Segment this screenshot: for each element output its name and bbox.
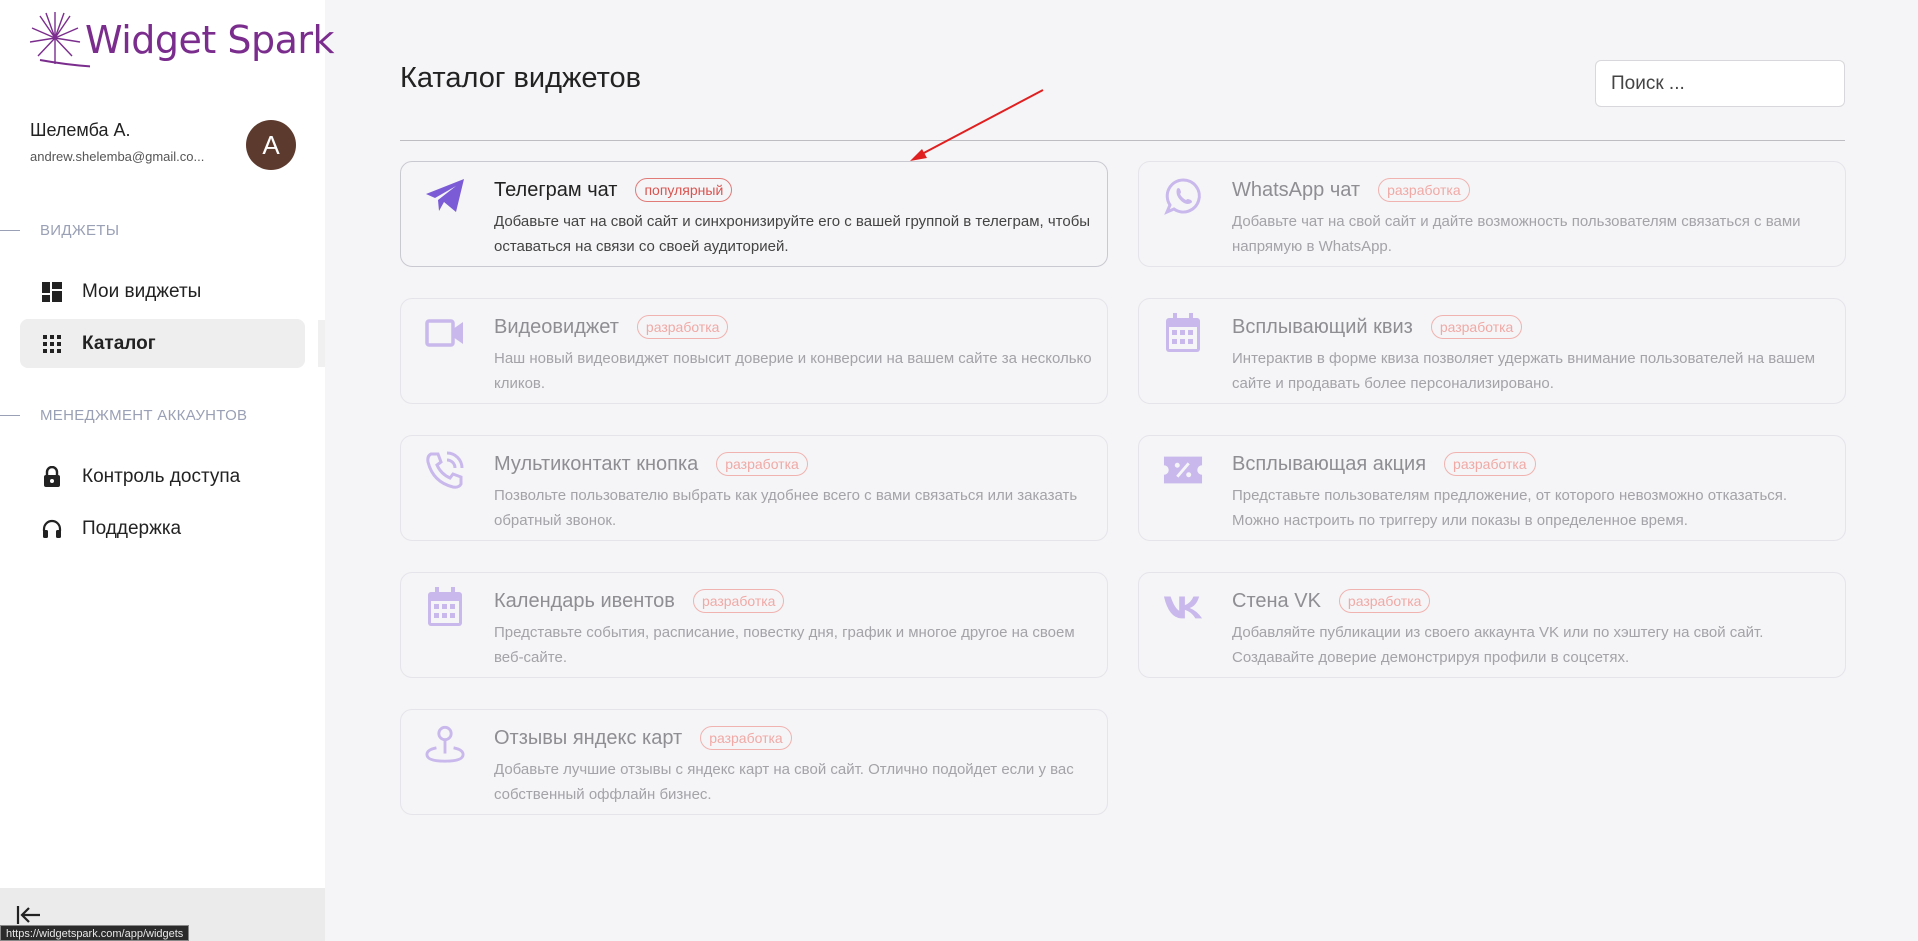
headset-icon bbox=[40, 517, 64, 541]
card-title: Отзывы яндекс карт bbox=[494, 726, 683, 749]
widget-card-yandex-reviews[interactable]: Отзывы яндекс карт разработка Добавьте л… bbox=[400, 709, 1108, 815]
card-title: WhatsApp чат bbox=[1232, 178, 1361, 201]
status-badge: разработка bbox=[716, 452, 808, 476]
card-title: Стена VK bbox=[1232, 589, 1321, 612]
card-description: Позвольте пользователю выбрать как удобн… bbox=[494, 487, 1078, 529]
sidebar-scroll-marker bbox=[318, 320, 325, 367]
card-title-row: Отзывы яндекс карт разработка bbox=[494, 726, 792, 750]
widget-card-telegram[interactable]: Телеграм чат популярный Добавьте чат на … bbox=[400, 161, 1108, 267]
user-email: andrew.shelemba@gmail.co... bbox=[30, 149, 205, 164]
section-title-account-management: МЕНЕДЖМЕНТ АККАУНТОВ bbox=[40, 407, 248, 424]
section-title-widgets: ВИДЖЕТЫ bbox=[40, 222, 120, 239]
calendar-icon bbox=[425, 587, 465, 627]
sidebar-item-label: Контроль доступа bbox=[82, 465, 241, 487]
status-badge: разработка bbox=[636, 315, 729, 339]
sidebar-item-my-widgets[interactable]: Мои виджеты bbox=[20, 267, 305, 316]
card-description: Добавьте чат на свой сайт и дайте возмож… bbox=[1232, 213, 1801, 255]
sidebar-item-access-control[interactable]: Контроль доступа bbox=[20, 452, 305, 501]
sidebar-item-catalog[interactable]: Каталог bbox=[20, 319, 305, 368]
card-title: Телеграм чат bbox=[494, 178, 618, 201]
widget-card-quiz[interactable]: Всплывающий квиз разработка Интерактив в… bbox=[1138, 298, 1846, 404]
apps-grid-icon bbox=[40, 332, 64, 356]
page-title: Каталог виджетов bbox=[400, 62, 642, 94]
discount-ticket-icon bbox=[1163, 450, 1203, 490]
status-url-tooltip: https://widgetspark.com/app/widgets bbox=[0, 925, 190, 941]
status-badge: разработка bbox=[1430, 315, 1523, 339]
card-title-row: Мультиконтакт кнопка разработка bbox=[494, 452, 808, 476]
status-badge: разработка bbox=[1378, 178, 1470, 202]
brand-name: Widget Spark bbox=[85, 18, 335, 62]
dashboard-icon bbox=[40, 280, 64, 304]
sidebar-item-label: Поддержка bbox=[82, 517, 182, 539]
phone-callback-icon bbox=[425, 450, 465, 490]
card-description: Представьте пользователям предложение, о… bbox=[1232, 487, 1788, 529]
video-camera-icon bbox=[425, 313, 465, 353]
status-badge: популярный bbox=[635, 178, 733, 202]
card-description: Добавьте чат на свой сайт и синхронизиру… bbox=[494, 213, 1091, 255]
sidebar-item-label: Мои виджеты bbox=[82, 280, 202, 302]
calendar-icon bbox=[1163, 313, 1203, 353]
status-badge: разработка bbox=[1444, 452, 1536, 476]
header-divider bbox=[400, 140, 1845, 141]
user-name: Шелемба А. bbox=[30, 120, 131, 140]
card-title-row: Стена VK разработка bbox=[1232, 589, 1431, 613]
card-description: Интерактив в форме квиза позволяет удерж… bbox=[1232, 350, 1816, 392]
search-input[interactable] bbox=[1595, 60, 1845, 107]
lock-icon bbox=[40, 465, 64, 489]
status-badge: разработка bbox=[700, 726, 792, 750]
card-title-row: Всплывающий квиз разработка bbox=[1232, 315, 1523, 339]
widget-card-vk-wall[interactable]: Стена VK разработка Добавляйте публикаци… bbox=[1138, 572, 1846, 678]
vk-icon bbox=[1163, 587, 1203, 627]
sidebar-item-label: Каталог bbox=[82, 332, 156, 354]
user-info: Шелемба А. andrew.shelemba@gmail.co... bbox=[30, 120, 204, 164]
card-title: Мультиконтакт кнопка bbox=[494, 452, 699, 475]
card-title: Всплывающий квиз bbox=[1232, 315, 1413, 338]
widget-card-promo[interactable]: Всплывающая акция разработка Представьте… bbox=[1138, 435, 1846, 541]
telegram-icon bbox=[425, 176, 465, 216]
map-pin-icon bbox=[425, 724, 465, 764]
sidebar-item-support[interactable]: Поддержка bbox=[20, 504, 305, 553]
spark-icon bbox=[30, 12, 90, 68]
card-title-row: Календарь ивентов разработка bbox=[494, 589, 785, 613]
widget-card-events-calendar[interactable]: Календарь ивентов разработка Представьте… bbox=[400, 572, 1108, 678]
sidebar: Widget Spark Шелемба А. andrew.shelemba@… bbox=[0, 0, 335, 941]
widget-card-whatsapp[interactable]: WhatsApp чат разработка Добавьте чат на … bbox=[1138, 161, 1846, 267]
card-title-row: WhatsApp чат разработка bbox=[1232, 178, 1470, 202]
status-badge: разработка bbox=[692, 589, 785, 613]
card-title: Видеовиджет bbox=[494, 315, 619, 338]
card-description: Наш новый видеовиджет повысит доверие и … bbox=[494, 350, 1092, 392]
annotation-arrow bbox=[910, 89, 1044, 161]
section-divider bbox=[0, 230, 20, 231]
card-title-row: Телеграм чат популярный bbox=[494, 178, 733, 202]
card-description: Представьте события, расписание, повестк… bbox=[494, 624, 1075, 666]
avatar[interactable]: A bbox=[246, 120, 296, 170]
card-title-row: Видеовиджет разработка bbox=[494, 315, 729, 339]
brand-logo[interactable]: Widget Spark bbox=[30, 10, 335, 72]
card-description: Добавляйте публикации из своего аккаунта… bbox=[1232, 624, 1764, 666]
widget-card-multicontact[interactable]: Мультиконтакт кнопка разработка Позвольт… bbox=[400, 435, 1108, 541]
status-badge: разработка bbox=[1338, 589, 1431, 613]
card-title: Календарь ивентов bbox=[494, 589, 675, 612]
whatsapp-icon bbox=[1163, 176, 1203, 216]
card-title-row: Всплывающая акция разработка bbox=[1232, 452, 1536, 476]
card-title: Всплывающая акция bbox=[1232, 452, 1427, 475]
card-description: Добавьте лучшие отзывы с яндекс карт на … bbox=[494, 761, 1074, 803]
section-divider bbox=[0, 415, 20, 416]
widget-card-video[interactable]: Видеовиджет разработка Наш новый видеови… bbox=[400, 298, 1108, 404]
